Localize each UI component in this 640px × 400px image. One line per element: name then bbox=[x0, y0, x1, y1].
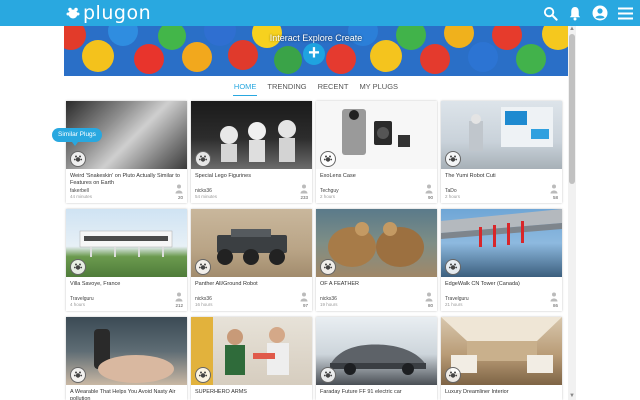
scroll-down-icon[interactable]: ▼ bbox=[568, 393, 576, 400]
plug-card[interactable]: EdgeWalk CN Tower (Canada) Travelguru 21… bbox=[441, 209, 562, 311]
scroll-up-icon[interactable]: ▲ bbox=[568, 26, 576, 33]
user-icon bbox=[425, 292, 433, 302]
create-plug-button[interactable]: + bbox=[303, 43, 325, 65]
card-time: 16 hours bbox=[195, 302, 213, 307]
logo-text: plugon bbox=[83, 2, 152, 24]
card-time: 54 minutes bbox=[195, 194, 218, 199]
card-count: 233 bbox=[300, 195, 308, 200]
card-time: 19 hours bbox=[320, 302, 338, 307]
user-icon bbox=[300, 292, 308, 302]
card-time: 2 hours bbox=[445, 194, 461, 199]
vertical-scrollbar[interactable]: ▲ ▼ bbox=[568, 26, 576, 400]
similar-plugs-tooltip: Similar Plugs bbox=[52, 128, 102, 146]
card-image[interactable] bbox=[66, 209, 187, 277]
card-title: Faraday Future FF 91 electric car bbox=[320, 389, 402, 395]
plug-card[interactable]: Luxury Dreamliner Interior bbox=[441, 317, 562, 400]
card-time: 44 minutes bbox=[70, 194, 93, 199]
plug-badge-icon[interactable] bbox=[445, 151, 461, 167]
plug-badge-icon[interactable] bbox=[445, 367, 461, 383]
card-image[interactable] bbox=[441, 209, 562, 277]
plug-card[interactable]: A Wearable That Helps You Avoid Nasty Ai… bbox=[66, 317, 187, 400]
plug-card[interactable]: SUPERHERO ARMS bbox=[191, 317, 312, 400]
scrollbar-thumb[interactable] bbox=[569, 34, 575, 184]
card-title: Weird 'Snakeskin' on Pluto Actually Simi… bbox=[70, 173, 180, 186]
user-icon bbox=[425, 184, 433, 194]
card-image[interactable] bbox=[191, 209, 312, 277]
card-image[interactable] bbox=[66, 317, 187, 385]
card-title: OF A FEATHER bbox=[320, 281, 360, 287]
plug-card[interactable]: Weird 'Snakeskin' on Pluto Actually Simi… bbox=[66, 101, 187, 203]
plug-card[interactable]: OF A FEATHER nicks36 19 hours 80 bbox=[316, 209, 437, 311]
tab-recent[interactable]: RECENT bbox=[317, 80, 350, 96]
user-icon bbox=[175, 292, 183, 302]
card-time: 2 hours bbox=[320, 194, 336, 199]
card-count: 90 bbox=[427, 195, 433, 200]
plug-badge-icon[interactable] bbox=[195, 259, 211, 275]
tab-home[interactable]: HOME bbox=[232, 80, 258, 96]
top-bar: plugon bbox=[0, 0, 640, 26]
tab-my-plugs[interactable]: MY PLUGS bbox=[358, 80, 399, 96]
card-count: 58 bbox=[552, 195, 558, 200]
card-image[interactable] bbox=[441, 101, 562, 169]
card-title: ExoLens Case bbox=[320, 173, 356, 179]
card-image[interactable] bbox=[316, 209, 437, 277]
tab-bar: HOME TRENDING RECENT MY PLUGS bbox=[64, 80, 568, 96]
user-icon bbox=[175, 184, 183, 194]
plug-card[interactable]: Villa Savoye, France Travelguru 4 hours … bbox=[66, 209, 187, 311]
card-image[interactable] bbox=[316, 101, 437, 169]
card-image[interactable] bbox=[316, 317, 437, 385]
plug-badge-icon[interactable] bbox=[195, 151, 211, 167]
plug-badge-icon[interactable] bbox=[70, 259, 86, 275]
plug-badge-icon[interactable] bbox=[70, 367, 86, 383]
plug-logo-icon bbox=[66, 6, 80, 20]
account-icon[interactable] bbox=[591, 4, 609, 22]
plug-card[interactable]: Special Lego Figurines nicks36 54 minute… bbox=[191, 101, 312, 203]
user-icon bbox=[300, 184, 308, 194]
plug-badge-icon[interactable] bbox=[445, 259, 461, 275]
bell-icon[interactable] bbox=[566, 4, 584, 22]
card-image[interactable] bbox=[191, 101, 312, 169]
card-count: 86 bbox=[552, 303, 558, 308]
card-time: 4 hours bbox=[70, 302, 86, 307]
search-icon[interactable] bbox=[541, 4, 559, 22]
plug-badge-icon[interactable] bbox=[70, 151, 86, 167]
card-title: Special Lego Figurines bbox=[195, 173, 251, 179]
logo[interactable]: plugon bbox=[66, 2, 151, 24]
plug-card[interactable]: Faraday Future FF 91 electric car bbox=[316, 317, 437, 400]
card-count: 97 bbox=[302, 303, 308, 308]
plug-card[interactable]: The Yumi Robot Cuti TaDo 2 hours 58 bbox=[441, 101, 562, 203]
plug-card[interactable]: Panther All/Ground Robot nicks36 16 hour… bbox=[191, 209, 312, 311]
card-title: EdgeWalk CN Tower (Canada) bbox=[445, 281, 520, 287]
plug-card[interactable]: ExoLens Case Techguy 2 hours 90 bbox=[316, 101, 437, 203]
card-title: The Yumi Robot Cuti bbox=[445, 173, 496, 179]
hero-banner: Interact Explore Create + bbox=[64, 26, 568, 76]
card-count: 212 bbox=[175, 303, 183, 308]
plug-badge-icon[interactable] bbox=[195, 367, 211, 383]
card-title: SUPERHERO ARMS bbox=[195, 389, 247, 395]
menu-icon[interactable] bbox=[616, 4, 634, 22]
card-count: 80 bbox=[427, 303, 433, 308]
card-title: Villa Savoye, France bbox=[70, 281, 121, 287]
card-count: 20 bbox=[177, 195, 183, 200]
user-icon bbox=[550, 184, 558, 194]
tab-trending[interactable]: TRENDING bbox=[266, 80, 307, 96]
plug-badge-icon[interactable] bbox=[320, 259, 336, 275]
card-title: Panther All/Ground Robot bbox=[195, 281, 258, 287]
user-icon bbox=[550, 292, 558, 302]
card-image[interactable] bbox=[191, 317, 312, 385]
plug-badge-icon[interactable] bbox=[320, 151, 336, 167]
plug-badge-icon[interactable] bbox=[320, 367, 336, 383]
card-time: 21 hours bbox=[445, 302, 463, 307]
card-title: Luxury Dreamliner Interior bbox=[445, 389, 509, 395]
card-title: A Wearable That Helps You Avoid Nasty Ai… bbox=[70, 389, 176, 400]
card-image[interactable] bbox=[441, 317, 562, 385]
